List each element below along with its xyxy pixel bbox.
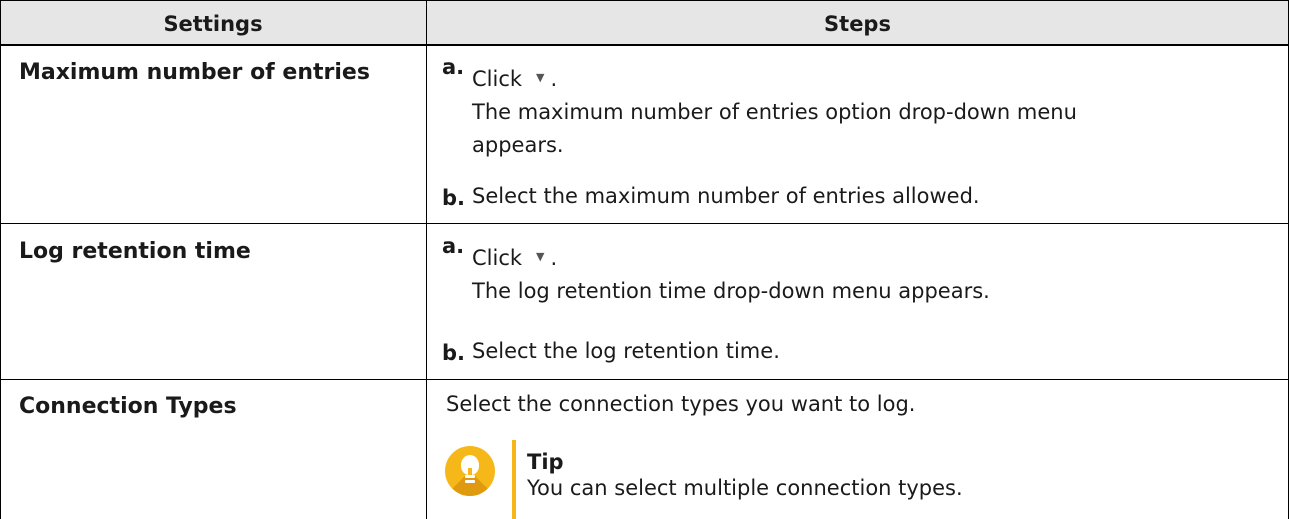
lightbulb-icon — [445, 446, 495, 496]
step-label: a. — [442, 234, 465, 258]
divider — [0, 0, 1, 519]
step-label: b. — [442, 341, 466, 365]
divider — [0, 0, 1289, 1]
column-header-steps: Steps — [824, 12, 891, 36]
step-description: The log retention time drop-down menu ap… — [472, 279, 990, 303]
caret-down-icon: ▼ — [536, 71, 545, 84]
step-label: b. — [442, 186, 466, 210]
step-click-text: Click — [472, 67, 523, 91]
settings-table: Settings Steps Maximum number of entries… — [0, 0, 1289, 519]
tip-text: You can select multiple connection types… — [527, 476, 963, 500]
step-text: Click ▼. — [472, 63, 557, 96]
tip-title: Tip — [527, 450, 564, 474]
setting-name: Maximum number of entries — [19, 60, 370, 85]
caret-down-icon: ▼ — [536, 250, 545, 263]
step-click-text: Click — [472, 246, 523, 270]
setting-name: Log retention time — [19, 239, 251, 264]
column-header-settings: Settings — [163, 12, 263, 36]
tip-accent-bar — [512, 440, 516, 519]
step-text: Click ▼. — [472, 242, 557, 275]
divider — [0, 379, 1289, 380]
step-period: . — [550, 246, 558, 270]
step-text: Select the log retention time. — [472, 339, 780, 363]
divider — [0, 223, 1289, 224]
row-description: Select the connection types you want to … — [446, 392, 916, 416]
divider — [426, 0, 427, 519]
setting-name: Connection Types — [19, 394, 237, 419]
step-description: appears. — [472, 133, 564, 157]
step-text: Select the maximum number of entries all… — [472, 184, 980, 208]
step-period: . — [550, 67, 558, 91]
step-description: The maximum number of entries option dro… — [472, 100, 1077, 124]
divider — [0, 44, 1289, 46]
step-label: a. — [442, 55, 465, 79]
